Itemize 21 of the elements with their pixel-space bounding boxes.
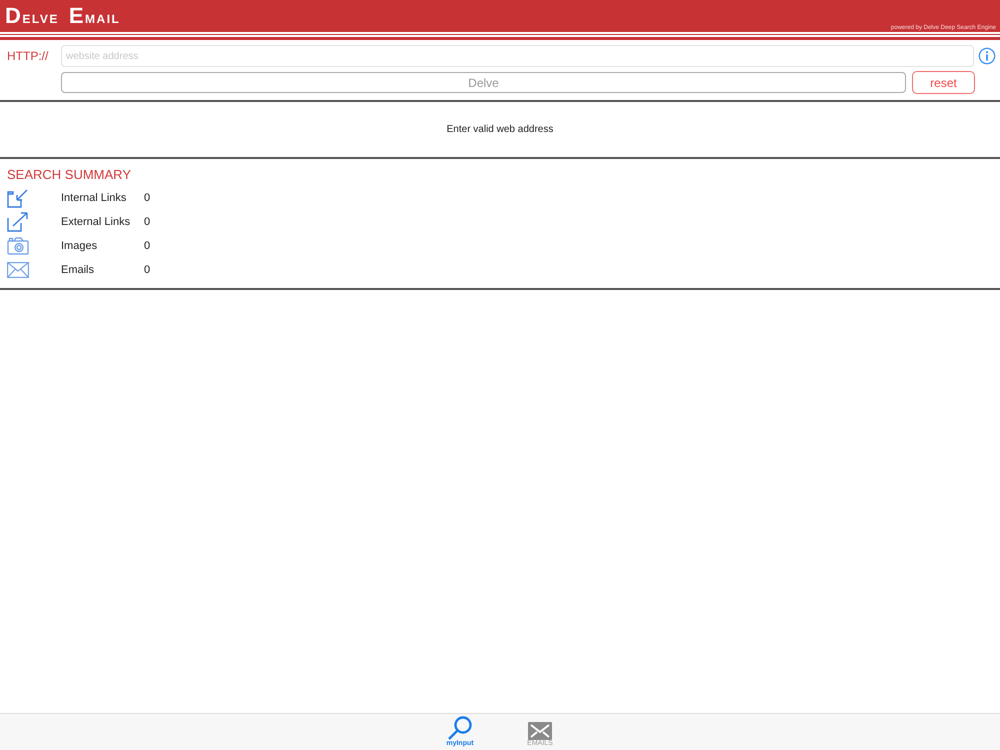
section-title: SEARCH SUMMARY [7,167,132,182]
summary-count: 0 [144,264,150,276]
envelope-icon [7,262,29,278]
search-icon [447,716,473,740]
protocol-label: HTTP:// [7,49,50,63]
summary-label: Images [61,240,98,252]
status-message: Enter valid web address [446,124,554,135]
delve-button[interactable]: Delve [61,72,906,93]
app-title: DELVE EMAIL [5,3,120,30]
summary-count: 0 [144,216,150,228]
summary-count: 0 [144,240,150,252]
summary-label: Emails [61,264,96,276]
arrow-into-box-icon [7,188,29,208]
arrow-out-of-box-icon [7,212,29,232]
summary-label: External Links [61,216,132,228]
summary-count: 0 [144,192,150,204]
summary-label: Internal Links [61,192,128,204]
envelope-icon [528,722,552,740]
camera-icon [7,237,29,255]
reset-button[interactable]: reset [912,71,975,94]
info-icon[interactable] [978,47,996,65]
